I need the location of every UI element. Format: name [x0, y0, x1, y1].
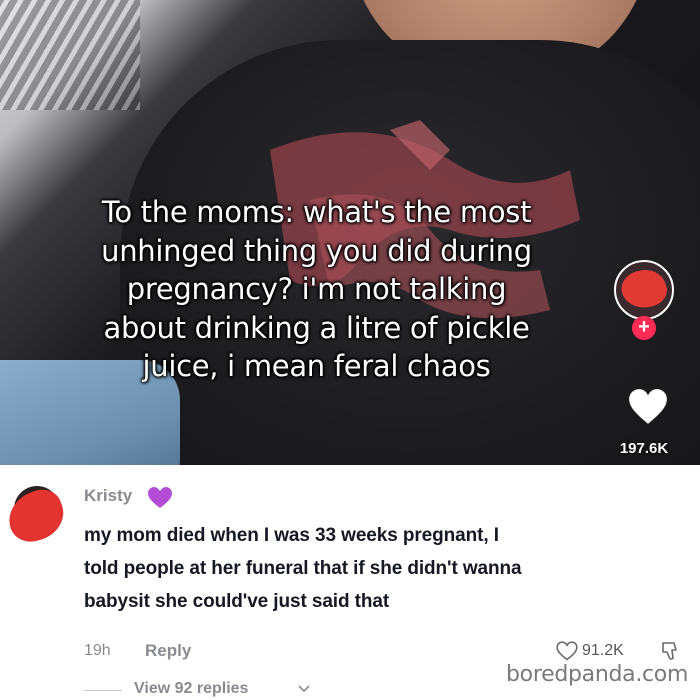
comment-timestamp: 19h: [84, 642, 111, 659]
reply-button[interactable]: Reply: [145, 641, 191, 661]
dislike-icon[interactable]: [660, 640, 682, 662]
caption-line: about drinking a litre of pickle: [103, 310, 530, 345]
chevron-down-icon[interactable]: [298, 684, 310, 694]
purple-heart-icon: [148, 487, 172, 508]
view-replies-link[interactable]: View 92 replies: [134, 680, 248, 698]
caption-line: To the moms: what's the most: [101, 195, 532, 229]
commenter-avatar[interactable]: [1, 483, 71, 549]
redaction-mark: [617, 264, 671, 314]
video-caption: To the moms: what's the most unhinged th…: [14, 193, 619, 386]
replies-divider: [84, 690, 122, 691]
site-watermark: boredpanda.com: [506, 662, 689, 687]
caption-line: unhinged thing you did during: [101, 233, 532, 268]
creator-avatar[interactable]: [614, 260, 674, 320]
background-pattern: [0, 0, 140, 110]
comment-author[interactable]: Kristy: [84, 486, 132, 506]
comment-body: my mom died when I was 33 weeks pregnant…: [84, 519, 674, 618]
video-frame[interactable]: To the moms: what's the most unhinged th…: [0, 0, 700, 465]
comment-line: my mom died when I was 33 weeks pregnant…: [84, 525, 499, 546]
redaction-mark: [1, 483, 71, 549]
video-like-count: 197.6K: [619, 440, 669, 457]
comment-line: told people at her funeral that if she d…: [84, 558, 522, 579]
caption-line: pregnancy? i'm not talking: [126, 272, 507, 306]
caption-line: juice, i mean feral chaos: [142, 349, 491, 383]
creator-profile[interactable]: +: [614, 260, 674, 340]
follow-button[interactable]: +: [632, 316, 656, 340]
heart-outline-icon[interactable]: [556, 641, 578, 661]
heart-icon[interactable]: [628, 388, 668, 426]
comment-line: babysit she could've just said that: [84, 591, 390, 612]
comment-like-count: 91.2K: [582, 642, 624, 659]
